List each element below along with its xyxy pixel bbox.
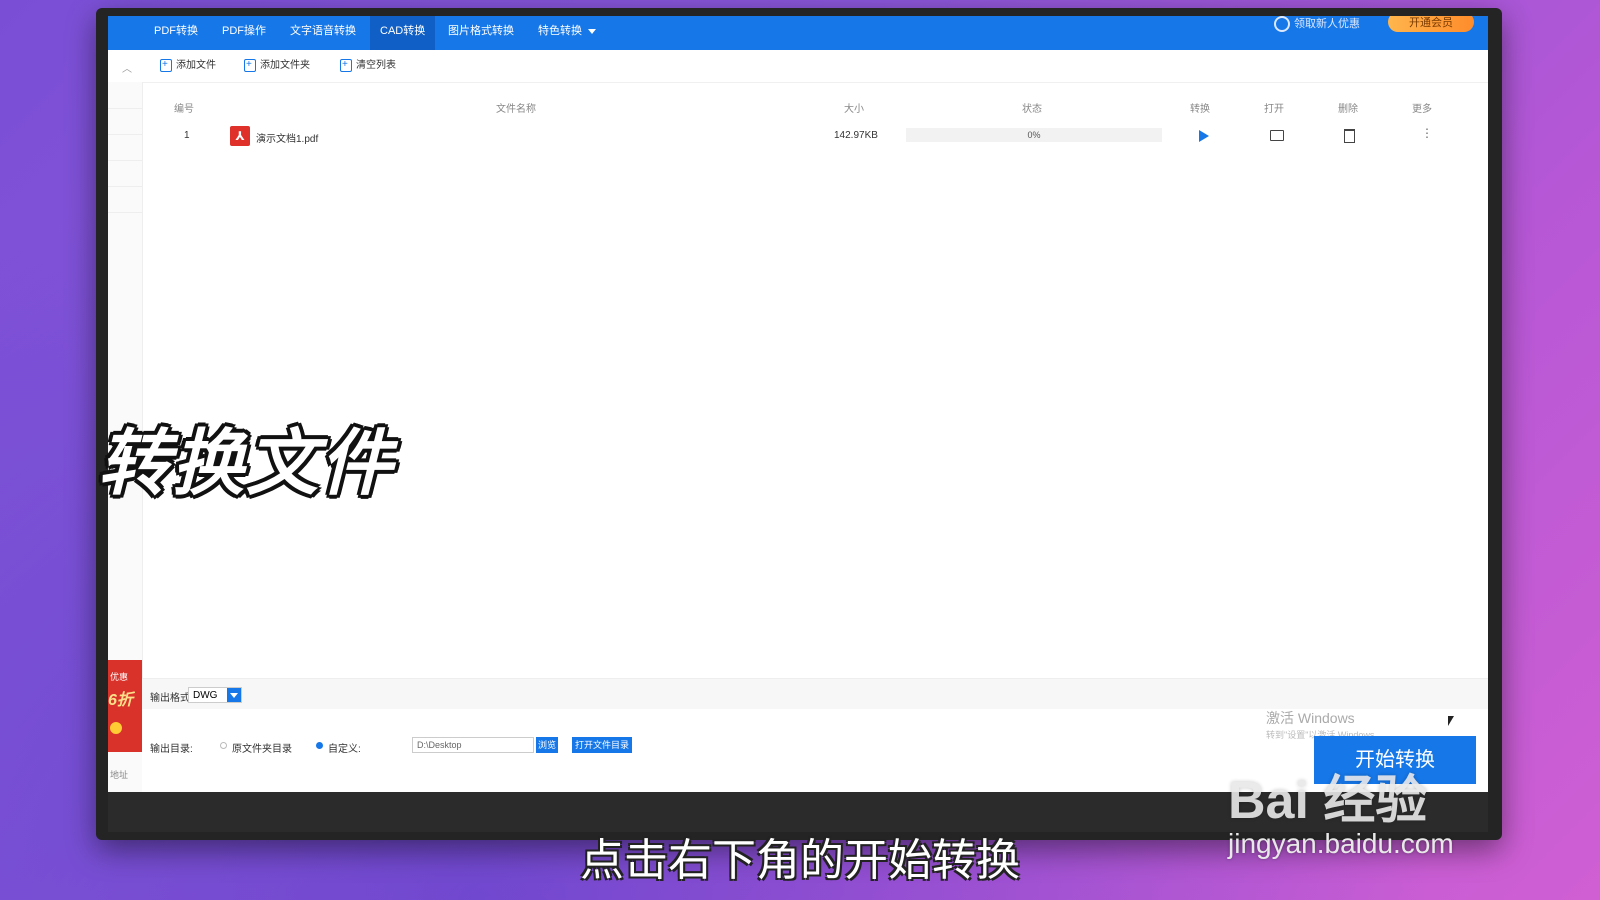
add-file-icon: [160, 57, 172, 73]
user-promo-link[interactable]: 领取新人优惠: [1274, 16, 1360, 34]
table-row[interactable]: 1 ⅄ 演示文档1.pdf 142.97KB 0% ⋮: [142, 124, 1488, 148]
format-label: 输出格式:: [150, 693, 193, 704]
nav-special-convert[interactable]: 特色转换: [528, 16, 606, 50]
header-no: 编号: [174, 104, 194, 115]
radio-source-dir[interactable]: [220, 742, 227, 749]
user-promo-text: 领取新人优惠: [1294, 18, 1360, 30]
user-icon: [1274, 16, 1290, 33]
nav-image-format[interactable]: 图片格式转换: [438, 16, 524, 50]
output-dir-label: 输出目录:: [150, 744, 193, 755]
output-path-input[interactable]: D:\Desktop: [412, 737, 534, 753]
row-number: 1: [184, 130, 190, 141]
overlay-title: 转换文件: [98, 421, 395, 505]
video-subtitle: 点击右下角的开始转换: [580, 835, 1020, 886]
chevron-down-icon: [227, 688, 241, 702]
baidu-logo: Bai 经验: [1228, 758, 1427, 833]
source-dir-label: 原文件夹目录: [232, 744, 292, 755]
nav-text-speech[interactable]: 文字语音转换: [280, 16, 366, 50]
sidebar-divider: [108, 186, 142, 187]
header-delete: 删除: [1338, 104, 1358, 115]
header-more: 更多: [1412, 104, 1432, 115]
header-name: 文件名称: [496, 104, 536, 115]
collapse-icon[interactable]: ︿: [122, 60, 132, 75]
mouse-cursor-icon: [1448, 716, 1454, 726]
sidebar-divider: [108, 160, 142, 161]
promo-banner[interactable]: 优惠 6折: [108, 660, 142, 752]
add-folder-icon: [244, 57, 256, 73]
progress-text: 0%: [1027, 130, 1041, 140]
open-dir-button[interactable]: 打开文件目录: [572, 737, 632, 753]
windows-activation-title: 激活 Windows: [1266, 710, 1355, 726]
promo-top-text: 优惠: [110, 672, 129, 682]
baidu-logo-text: Bai 经验: [1228, 772, 1428, 830]
header-status: 状态: [1022, 104, 1042, 115]
file-size: 142.97KB: [834, 130, 878, 141]
more-vertical-icon[interactable]: ⋮: [1421, 126, 1433, 140]
play-icon[interactable]: [1199, 130, 1209, 142]
nav-pdf-convert[interactable]: PDF转换: [144, 16, 208, 50]
custom-dir-label: 自定义:: [328, 744, 361, 755]
format-row: 输出格式: DWG: [142, 678, 1488, 709]
pdf-file-icon: ⅄: [230, 126, 250, 146]
header-open: 打开: [1264, 104, 1284, 115]
radio-custom-dir[interactable]: [316, 742, 323, 749]
sidebar-divider: [108, 212, 142, 213]
clear-list-button[interactable]: 清空列表: [340, 57, 396, 74]
format-value: DWG: [193, 690, 218, 701]
add-folder-label: 添加文件夹: [260, 60, 310, 71]
top-nav: PDF转换 PDF操作 文字语音转换 CAD转换 图片格式转换 特色转换 领取新…: [108, 16, 1488, 50]
chevron-down-icon: [588, 28, 596, 34]
nav-pdf-operate[interactable]: PDF操作: [212, 16, 276, 50]
header-size: 大小: [844, 104, 864, 115]
sidebar-divider: [108, 134, 142, 135]
trash-icon[interactable]: [1344, 129, 1355, 143]
header-convert: 转换: [1190, 104, 1210, 115]
clear-list-label: 清空列表: [356, 60, 396, 71]
sidebar-divider: [108, 108, 142, 109]
toolbar: ︿ 添加文件 添加文件夹 清空列表: [108, 50, 1488, 83]
vip-button[interactable]: 开通会员: [1388, 16, 1474, 32]
file-name: 演示文档1.pdf: [256, 134, 319, 145]
address-label: 地址: [110, 770, 129, 780]
clear-list-icon: [340, 57, 352, 73]
nav-cad-convert[interactable]: CAD转换: [370, 16, 436, 50]
folder-open-icon[interactable]: [1270, 130, 1284, 141]
nav-special-label: 特色转换: [538, 25, 582, 37]
add-file-button[interactable]: 添加文件: [160, 57, 216, 74]
coin-icon: [110, 722, 122, 734]
browse-button[interactable]: 浏览: [536, 737, 558, 753]
promo-discount: 6折: [108, 692, 133, 709]
progress-bar: 0%: [906, 128, 1162, 142]
table-header: 编号 文件名称 大小 状态 转换 打开 删除 更多: [142, 100, 1488, 118]
format-select[interactable]: DWG: [188, 687, 242, 703]
add-file-label: 添加文件: [176, 60, 216, 71]
add-folder-button[interactable]: 添加文件夹: [244, 57, 310, 74]
